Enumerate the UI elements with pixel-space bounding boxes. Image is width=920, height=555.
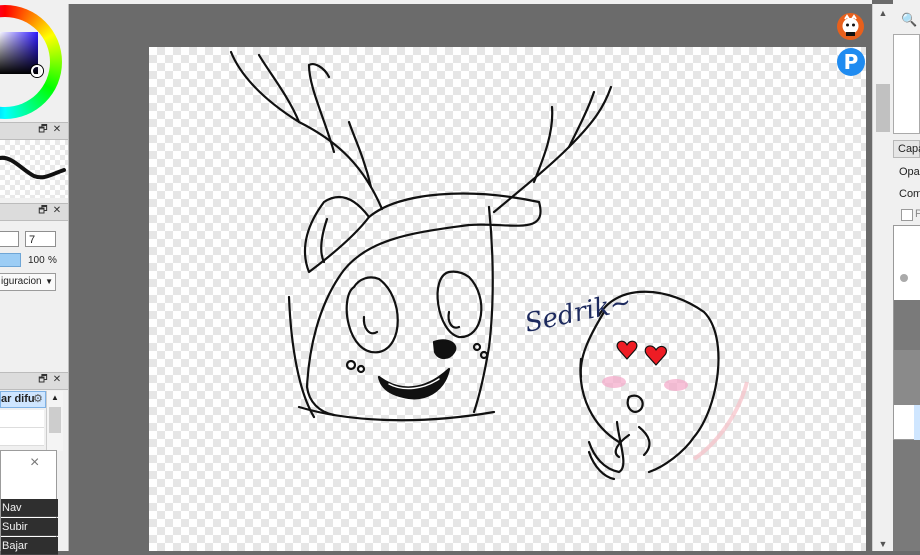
blend-label: Comb bbox=[899, 188, 920, 200]
layer-row[interactable] bbox=[894, 300, 920, 350]
tab-capa[interactable]: Capa bbox=[893, 140, 920, 158]
close-icon[interactable]: ✕ bbox=[51, 124, 63, 136]
chevron-up-icon[interactable]: ▲ bbox=[873, 6, 893, 20]
antler-left bbox=[229, 50, 384, 211]
config-dropdown-label: iguracion bbox=[1, 276, 42, 287]
right-layer-panel: 🔍 Capa Opac Comb P bbox=[893, 0, 920, 551]
heart-eye-right bbox=[644, 345, 667, 366]
restore-window-icon[interactable]: 🗗 bbox=[37, 205, 49, 217]
brush-settings-header: 🗗 ✕ bbox=[0, 203, 68, 221]
protect-checkbox[interactable] bbox=[901, 209, 913, 221]
layer-row[interactable] bbox=[914, 226, 920, 265]
list-row[interactable] bbox=[0, 428, 44, 446]
list-scrollbar-thumb[interactable] bbox=[49, 407, 61, 433]
avatar-icon bbox=[842, 14, 859, 36]
opacity-value: 100 bbox=[28, 255, 45, 266]
protect-label: P bbox=[915, 208, 920, 220]
canvas-vertical-scrollbar[interactable]: ▲ ▼ bbox=[872, 4, 893, 551]
close-icon[interactable]: ✕ bbox=[51, 205, 63, 217]
drawing-canvas[interactable]: Sedrik~ bbox=[149, 47, 866, 551]
menu-item-nav[interactable]: Nav bbox=[1, 499, 58, 517]
top-toolbar-strip bbox=[68, 0, 872, 4]
antler-right bbox=[492, 85, 613, 214]
tab-capa-label: Capa bbox=[898, 143, 920, 155]
brush-size-field[interactable]: 7 bbox=[25, 231, 56, 247]
restore-window-icon[interactable]: 🗗 bbox=[37, 374, 49, 386]
scrollbar-thumb[interactable] bbox=[876, 84, 890, 132]
ear-left bbox=[304, 195, 371, 274]
brush-stroke-icon bbox=[0, 155, 66, 180]
blush-right bbox=[664, 379, 688, 391]
eye-left bbox=[345, 276, 399, 354]
config-dropdown[interactable]: iguracion ▼ bbox=[0, 273, 56, 291]
close-icon[interactable]: × bbox=[30, 454, 39, 472]
canvas-drawing: Sedrik~ bbox=[229, 50, 749, 481]
opacity-unit: % bbox=[48, 255, 57, 266]
layer-list bbox=[893, 225, 920, 440]
nose bbox=[432, 339, 457, 360]
chevron-down-icon[interactable]: ▼ bbox=[873, 537, 893, 551]
picsart-icon[interactable]: P bbox=[837, 48, 865, 76]
layer-row[interactable] bbox=[914, 264, 920, 301]
gear-icon[interactable]: ⚙ bbox=[33, 392, 43, 405]
pink-highlight bbox=[692, 381, 749, 461]
layer-visibility-icon[interactable] bbox=[900, 274, 908, 282]
avatar[interactable] bbox=[837, 13, 864, 40]
layer-panel-header: 🗗 ✕ bbox=[0, 372, 68, 390]
brush-size-slider[interactable] bbox=[0, 231, 19, 247]
opacity-label: Opac bbox=[899, 166, 920, 178]
layer-row[interactable] bbox=[894, 350, 920, 405]
layer-row-selected[interactable] bbox=[914, 405, 920, 440]
heart-eye-left bbox=[616, 340, 638, 360]
blend-mode-label: ar difu bbox=[1, 393, 35, 405]
context-popup: × Nav Subir Bajar bbox=[0, 450, 58, 555]
restore-window-icon[interactable]: 🗗 bbox=[37, 124, 49, 136]
opacity-slider[interactable] bbox=[0, 253, 21, 267]
list-scrollbar[interactable]: ▲ bbox=[46, 391, 63, 451]
menu-item-subir[interactable]: Subir bbox=[1, 518, 58, 536]
layer-list-bottom bbox=[893, 440, 920, 551]
zoom-icon[interactable]: 🔍 bbox=[901, 12, 917, 28]
menu-item-bajar[interactable]: Bajar bbox=[1, 537, 58, 555]
brush-panel-header: 🗗 ✕ bbox=[0, 122, 68, 140]
navigator-preview bbox=[893, 34, 920, 134]
color-picker-handle[interactable] bbox=[31, 65, 43, 77]
list-row[interactable] bbox=[0, 410, 44, 428]
chevron-down-icon: ▼ bbox=[45, 277, 53, 286]
signature-text: Sedrik~ bbox=[522, 287, 634, 339]
brush-stroke-preview bbox=[0, 140, 68, 198]
blush-left bbox=[602, 376, 626, 388]
deer-head bbox=[305, 192, 542, 417]
chevron-up-icon[interactable]: ▲ bbox=[51, 393, 59, 402]
close-icon[interactable]: ✕ bbox=[51, 374, 63, 386]
